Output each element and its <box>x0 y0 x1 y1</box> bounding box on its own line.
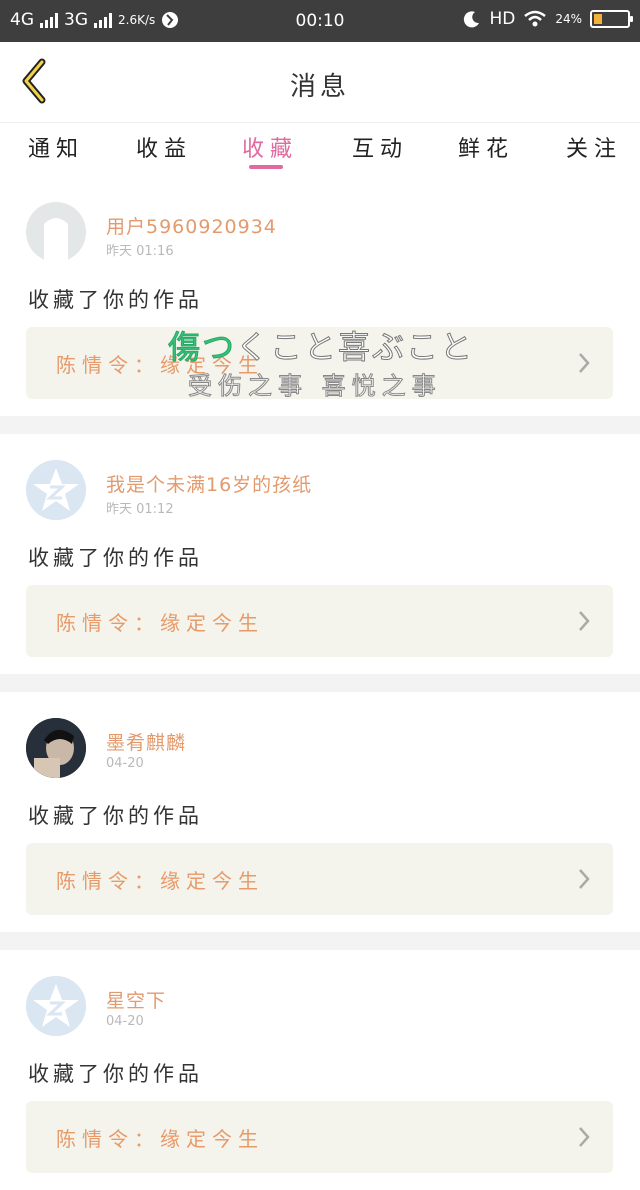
qq-default-avatar-icon <box>26 460 86 520</box>
action-text: 收藏了你的作品 <box>28 546 203 570</box>
battery-icon <box>590 10 633 28</box>
tab-following[interactable]: 关注 <box>566 131 622 163</box>
chevron-right-icon <box>579 1127 590 1147</box>
tab-earnings[interactable]: 收益 <box>136 131 192 163</box>
timestamp: 04-20 <box>106 1014 144 1029</box>
timestamp: 04-20 <box>106 756 144 771</box>
chevron-right-icon <box>579 611 590 631</box>
default-user-icon <box>26 202 86 262</box>
timestamp: 昨天 01:16 <box>106 244 174 259</box>
active-tab-indicator <box>249 165 283 169</box>
qq-default-avatar-icon <box>26 976 86 1036</box>
avatar[interactable] <box>26 976 86 1036</box>
username[interactable]: 我是个未满16岁的孩纸 <box>106 470 312 497</box>
username[interactable]: 用户5960920934 <box>106 212 277 239</box>
nav-bar: 消息 <box>0 42 640 122</box>
work-title: 陈情令：缘定今生 <box>56 353 264 377</box>
battery-fill <box>594 14 602 24</box>
tab-favorites[interactable]: 收藏 <box>242 131 298 163</box>
tab-flowers[interactable]: 鲜花 <box>458 131 514 163</box>
avatar[interactable] <box>26 718 86 778</box>
action-text: 收藏了你的作品 <box>28 288 203 312</box>
hd-label: HD <box>489 9 516 29</box>
user-photo-icon <box>26 718 86 778</box>
page-title: 消息 <box>289 72 350 102</box>
work-link[interactable]: 陈情令：缘定今生 <box>26 843 613 915</box>
username[interactable]: 星空下 <box>106 986 166 1013</box>
moon-icon <box>464 11 480 28</box>
message-card[interactable]: 星空下 04-20 收藏了你的作品 陈情令：缘定今生 <box>0 950 640 1190</box>
message-card[interactable]: 用户5960920934 昨天 01:16 收藏了你的作品 陈情令：缘定今生 <box>0 180 640 416</box>
status-right: HD 24% <box>463 9 633 29</box>
message-card[interactable]: 墨肴麒麟 04-20 收藏了你的作品 陈情令：缘定今生 <box>0 692 640 932</box>
work-link[interactable]: 陈情令：缘定今生 <box>26 327 613 399</box>
tab-bar: 通知 收益 收藏 互动 鲜花 关注 <box>0 122 640 181</box>
action-text: 收藏了你的作品 <box>28 804 203 828</box>
work-link[interactable]: 陈情令：缘定今生 <box>26 585 613 657</box>
status-bar: 4G 3G 2.6K/s 00:10 HD 24% <box>0 0 640 42</box>
work-title: 陈情令：缘定今生 <box>56 869 264 893</box>
action-text: 收藏了你的作品 <box>28 1062 203 1086</box>
avatar[interactable] <box>26 460 86 520</box>
avatar[interactable] <box>26 202 86 262</box>
chevron-right-icon <box>579 869 590 889</box>
message-card[interactable]: 我是个未满16岁的孩纸 昨天 01:12 收藏了你的作品 陈情令：缘定今生 <box>0 434 640 674</box>
work-title: 陈情令：缘定今生 <box>56 611 264 635</box>
work-link[interactable]: 陈情令：缘定今生 <box>26 1101 613 1173</box>
timestamp: 昨天 01:12 <box>106 502 174 517</box>
battery-percent: 24% <box>555 12 582 26</box>
tab-notifications[interactable]: 通知 <box>28 131 84 163</box>
tab-interactions[interactable]: 互动 <box>352 131 408 163</box>
username[interactable]: 墨肴麒麟 <box>106 728 186 755</box>
chevron-right-icon <box>579 353 590 373</box>
wifi-icon <box>524 10 547 27</box>
